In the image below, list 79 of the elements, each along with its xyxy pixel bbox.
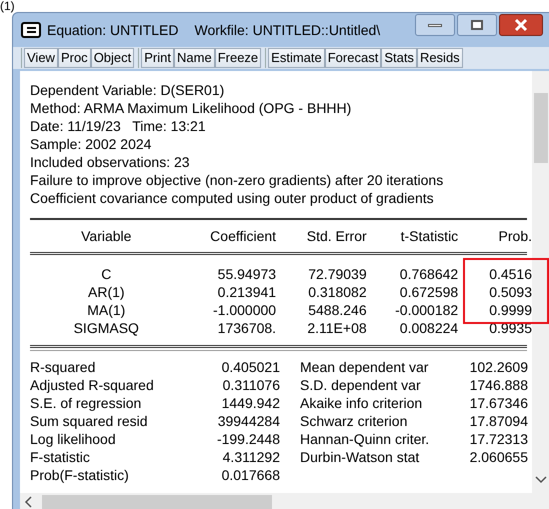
header-line: Dependent Variable: D(SER01) — [30, 81, 226, 99]
stat-value: 4.311292 — [222, 448, 280, 466]
stat-label: Hannan-Quinn criter. — [299, 430, 430, 448]
table-cell-text: 55.94973 — [216, 265, 276, 283]
stat-value: 0.017668 — [220, 466, 280, 484]
stat-label: Log likelihood — [30, 430, 117, 448]
stat-value: 0.405021 — [220, 358, 280, 376]
stat-value: 1449.942 — [220, 394, 280, 412]
stat-label: Akaike info criterion — [299, 394, 424, 412]
toolbar-button[interactable]: Forecast — [324, 48, 382, 68]
close-button[interactable] — [499, 14, 543, 36]
stat-label: Schwarz criterion — [299, 412, 408, 430]
stat-value: 1746.888 — [468, 376, 528, 394]
stat-label: Durbin-Watson stat — [299, 448, 420, 466]
scrollbar-thumb[interactable] — [42, 495, 272, 509]
table-cell-text: 0.5093 — [488, 283, 532, 301]
maximize-button[interactable] — [457, 14, 497, 36]
toolbar-button[interactable]: Stats — [381, 48, 417, 68]
table-cell-text: 72.79039 — [307, 265, 367, 283]
table-cell-text: 0.213941 — [216, 283, 276, 301]
stat-label: S.E. of regression — [30, 394, 142, 412]
table-cell-text: C — [100, 265, 112, 283]
stat-value: 0.311076 — [222, 376, 280, 394]
stat-value: 39944284 — [216, 412, 280, 430]
table-cell-text: 0.672598 — [398, 283, 458, 301]
table-cell-text: MA(1) — [86, 301, 126, 319]
stat-value: 17.67346 — [468, 394, 528, 412]
table-cell-text: 0.318082 — [307, 283, 367, 301]
toolbar-button[interactable]: Proc — [58, 48, 91, 68]
stat-value: -199.2448 — [216, 430, 280, 448]
stat-label: Mean dependent var — [299, 358, 430, 376]
header-line: Method: ARMA Maximum Likelihood (OPG - BHHH) — [30, 99, 352, 117]
toolbar-button[interactable]: Name — [174, 48, 215, 68]
table-cell-text: 2.11E+08 — [306, 319, 367, 337]
column-header: t-Statistic — [400, 227, 458, 245]
table-cell-text: 5488.246 — [307, 301, 367, 319]
column-header: Variable — [80, 227, 132, 245]
toolbar-button[interactable]: View — [24, 48, 58, 68]
stat-value: 2.060655 — [468, 448, 528, 466]
header-line: Failure to improve objective (non-zero gradients) after 20 iterations — [30, 171, 444, 189]
stat-value: 17.72313 — [468, 430, 528, 448]
header-line: Included observations: 23 — [30, 153, 191, 171]
stat-label: Adjusted R-squared — [30, 376, 155, 394]
table-cell-text: 0.9999 — [488, 301, 532, 319]
table-cell-text: -1.000000 — [212, 301, 276, 319]
toolbar-button[interactable]: Object — [90, 48, 134, 68]
stat-value: 102.2609 — [468, 358, 528, 376]
header-line: Coefficient covariance computed using outer product of gradients — [30, 189, 435, 207]
vertical-scrollbar[interactable] — [532, 71, 549, 509]
table-cell-text: SIGMASQ — [72, 319, 140, 337]
table-cell-text: 0.008224 — [398, 319, 458, 337]
scrollbar-thumb[interactable] — [534, 93, 548, 163]
stat-label: S.D. dependent var — [299, 376, 422, 394]
column-header: Coefficient — [209, 227, 276, 245]
stat-label: F-statistic — [30, 448, 91, 466]
close-icon — [514, 18, 528, 32]
menu-icon[interactable] — [21, 22, 41, 38]
stat-value: 17.87094 — [468, 412, 528, 430]
header-line: Sample: 2002 2024 — [30, 135, 152, 153]
header-line: Date: 11/19/23 Time: 13:21 — [30, 117, 207, 135]
toolbar-button[interactable]: Estimate — [268, 48, 325, 68]
toolbar-button[interactable]: Freeze — [214, 48, 262, 68]
column-header: Std. Error — [306, 227, 367, 245]
table-cell-text: 0.4516 — [488, 265, 532, 283]
stat-label: R-squared — [30, 358, 96, 376]
window-title: Equation: UNTITLED — [47, 20, 178, 40]
table-cell-text: 1736708. — [216, 319, 276, 337]
toolbar-button[interactable]: Print — [141, 48, 174, 68]
horizontal-scrollbar[interactable] — [20, 493, 532, 509]
stat-label: Prob(F-statistic) — [30, 466, 130, 484]
table-cell-text: AR(1) — [87, 283, 126, 301]
minimize-button[interactable] — [415, 14, 455, 36]
table-cell-text: 0.768642 — [398, 265, 458, 283]
stat-label: Sum squared resid — [30, 412, 149, 430]
workfile-title: Workfile: UNTITLED::Untitled\ — [194, 20, 380, 40]
caption: (1) — [0, 0, 15, 12]
toolbar-button[interactable]: Resids — [416, 48, 463, 68]
table-cell-text: -0.000182 — [394, 301, 458, 319]
column-header: Prob. — [498, 227, 532, 245]
